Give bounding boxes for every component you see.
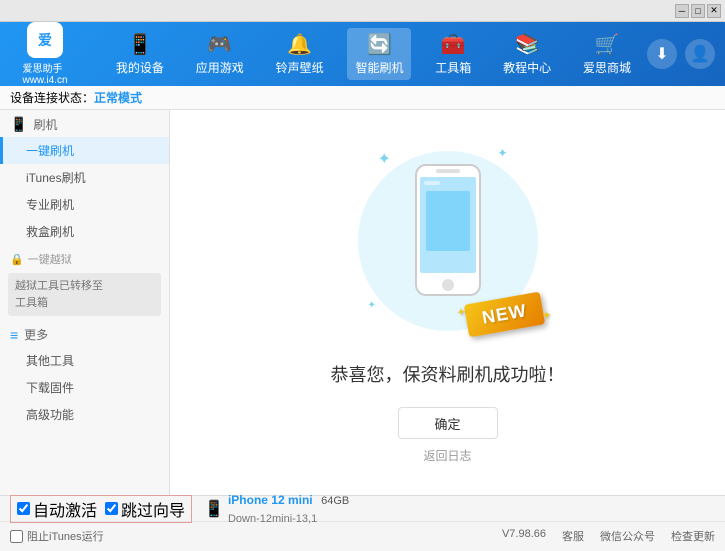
skip-wizard-label[interactable]: 跳过向导 (105, 497, 185, 521)
new-badge: ✦ NEW ✦ (466, 298, 543, 331)
version-label: V7.98.66 (502, 528, 546, 544)
auto-detect-label[interactable]: 自动激活 (17, 497, 97, 521)
device-status-bar: 设备连接状态： 正常模式 (0, 86, 725, 110)
nav-ringtones[interactable]: 🔔 铃声壁纸 (268, 28, 332, 80)
toolbox-icon: 🧰 (441, 32, 466, 57)
close-btn[interactable]: ✕ (707, 4, 721, 18)
phone-svg (408, 161, 488, 301)
check-update-link[interactable]: 检查更新 (671, 528, 715, 544)
title-bar: ─ □ ✕ (0, 0, 725, 22)
logo-area: 爱 爱思助手 www.i4.cn (10, 22, 80, 86)
checkbox-group: 自动激活 跳过向导 (10, 495, 192, 523)
bottom-links: V7.98.66 客服 微信公众号 检查更新 (502, 528, 715, 544)
sidebar-section-flash[interactable]: 📱 刷机 (0, 110, 169, 137)
skip-wizard-checkbox[interactable] (105, 502, 118, 515)
refresh-icon: 🔄 (367, 32, 392, 57)
sidebar-section-more[interactable]: ≡ 更多 (0, 320, 169, 347)
nav-tutorials[interactable]: 📚 教程中心 (495, 28, 559, 80)
main-area: 📱 刷机 一键刷机 iTunes刷机 专业刷机 救盒刷机 🔒 一键越狱 越狱工具… (0, 110, 725, 495)
sparkle-3: ✦ (368, 300, 376, 311)
bottom-panel: 自动激活 跳过向导 📱 iPhone 12 mini 64GB Down-12m… (0, 495, 725, 551)
header-right: ⬇ 👤 (647, 39, 715, 69)
sidebar-section-jailbreak[interactable]: 🔒 一键越狱 (0, 245, 169, 269)
download-btn[interactable]: ⬇ (647, 39, 677, 69)
status-value: 正常模式 (94, 89, 142, 106)
device-phone-icon: 📱 (204, 499, 224, 519)
games-icon: 🎮 (207, 32, 232, 57)
sidebar-item-advanced[interactable]: 高级功能 (0, 401, 169, 428)
status-label: 设备连接状态： (10, 89, 94, 106)
phone-icon: 📱 (127, 32, 152, 57)
sparkle-2: ✦ (497, 146, 507, 160)
sidebar-item-download-firmware[interactable]: 下载固件 (0, 374, 169, 401)
content-area: ✦ ✦ ✦ ✦ NEW ✦ (170, 110, 725, 495)
nav-toolbox[interactable]: 🧰 工具箱 (427, 28, 479, 80)
jailbreak-notice: 越狱工具已转移至 工具箱 (8, 273, 161, 316)
bell-icon: 🔔 (287, 32, 312, 57)
bottom-options-row: 自动激活 跳过向导 📱 iPhone 12 mini 64GB Down-12m… (0, 496, 725, 522)
nav-store[interactable]: 🛒 爱思商城 (575, 28, 639, 80)
customer-service-link[interactable]: 客服 (562, 528, 584, 544)
sidebar-item-onekey[interactable]: 一键刷机 (0, 137, 169, 164)
stop-itunes-checkbox[interactable] (10, 530, 23, 543)
minimize-btn[interactable]: ─ (675, 4, 689, 18)
sidebar-item-pro[interactable]: 专业刷机 (0, 191, 169, 218)
nav-apps-games[interactable]: 🎮 应用游戏 (188, 28, 252, 80)
success-message: 恭喜您，保资料刷机成功啦！ (331, 361, 565, 387)
phone-illustration: ✦ ✦ ✦ ✦ NEW ✦ (348, 141, 548, 341)
nav-my-device[interactable]: 📱 我的设备 (108, 28, 172, 80)
sidebar-item-itunes[interactable]: iTunes刷机 (0, 164, 169, 191)
flash-icon: 📱 (10, 116, 27, 133)
user-btn[interactable]: 👤 (685, 39, 715, 69)
logo-icon: 爱 (27, 22, 63, 58)
cart-icon: 🛒 (595, 32, 620, 57)
sidebar-item-other-tools[interactable]: 其他工具 (0, 347, 169, 374)
bottom-status-row: 阻止iTunes运行 V7.98.66 客服 微信公众号 检查更新 (0, 522, 725, 550)
header: 爱 爱思助手 www.i4.cn 📱 我的设备 🎮 应用游戏 🔔 铃声壁纸 🔄 … (0, 22, 725, 86)
device-storage: 64GB (321, 495, 349, 507)
more-icon: ≡ (10, 327, 18, 343)
confirm-button[interactable]: 确定 (398, 407, 498, 439)
maximize-btn[interactable]: □ (691, 4, 705, 18)
logo-text: 爱思助手 www.i4.cn (22, 60, 67, 86)
sidebar-item-rescue[interactable]: 救盒刷机 (0, 218, 169, 245)
sidebar: 📱 刷机 一键刷机 iTunes刷机 专业刷机 救盒刷机 🔒 一键越狱 越狱工具… (0, 110, 170, 495)
sparkle-1: ✦ (378, 149, 391, 169)
nav-items: 📱 我的设备 🎮 应用游戏 🔔 铃声壁纸 🔄 智能刷机 🧰 工具箱 📚 教程中心… (100, 28, 647, 80)
auto-detect-checkbox[interactable] (17, 502, 30, 515)
book-icon: 📚 (515, 32, 540, 57)
back-link[interactable]: 返回日志 (423, 447, 471, 464)
stop-itunes-area: 阻止iTunes运行 (10, 528, 104, 544)
nav-smart-flash[interactable]: 🔄 智能刷机 (347, 28, 411, 80)
wechat-link[interactable]: 微信公众号 (600, 528, 655, 544)
device-info-row: 📱 iPhone 12 mini 64GB Down-12mini-13,1 (204, 491, 349, 527)
stop-itunes-label: 阻止iTunes运行 (27, 528, 104, 544)
lock-icon: 🔒 (10, 253, 24, 266)
